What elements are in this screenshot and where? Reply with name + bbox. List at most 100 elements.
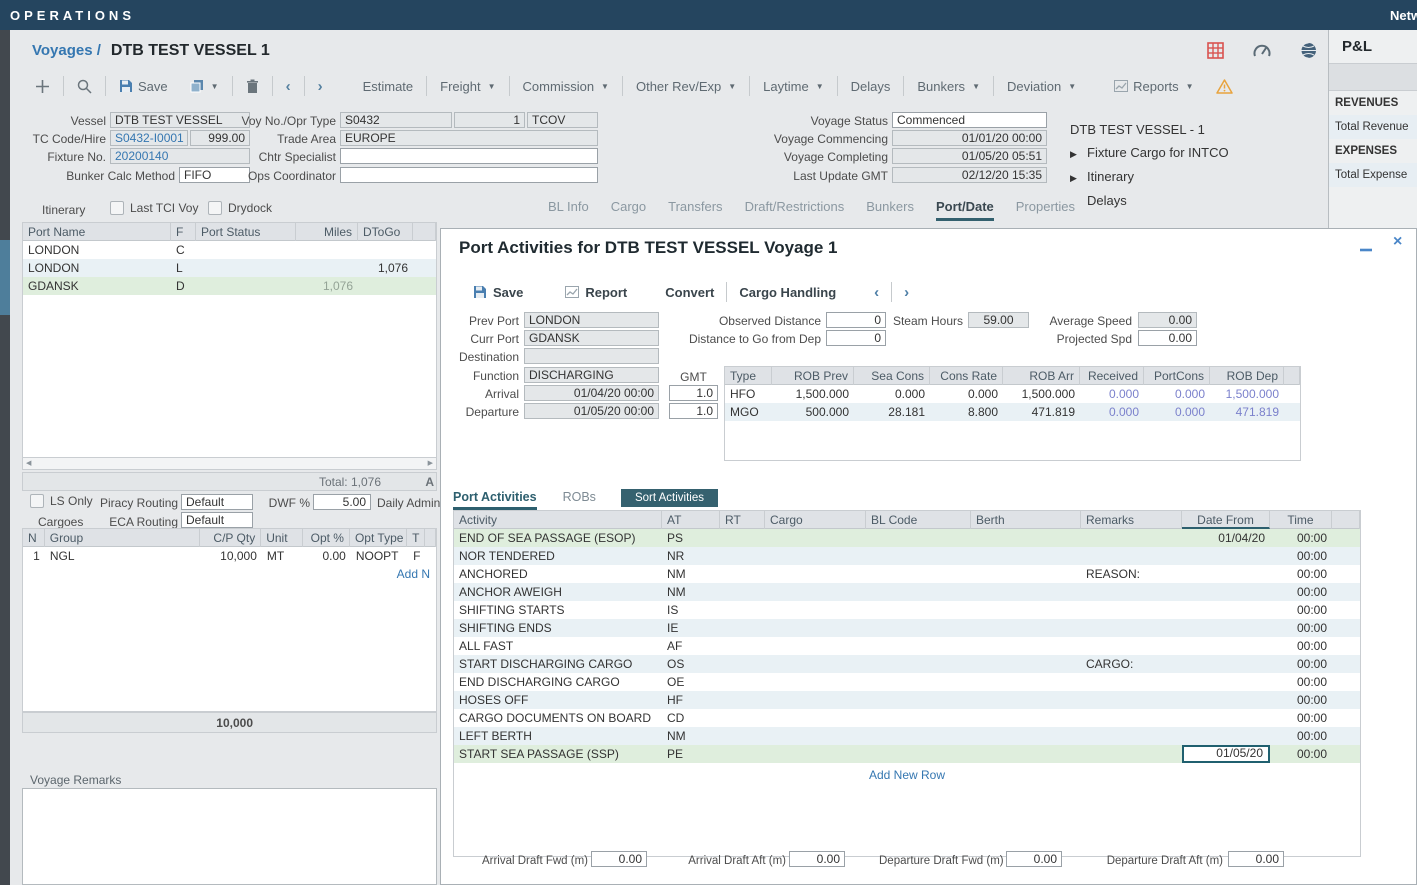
close-icon[interactable]: × xyxy=(1393,233,1402,251)
tab-robs[interactable]: ROBs xyxy=(563,490,596,510)
deviation-menu[interactable]: Deviation▼ xyxy=(996,75,1087,97)
scroll-left-icon[interactable]: ◀ xyxy=(23,458,31,469)
itinerary-h-scrollbar[interactable]: ◀ ▶ xyxy=(22,457,437,470)
prev-port-field[interactable]: LONDON xyxy=(524,312,659,328)
search-button[interactable] xyxy=(66,75,103,97)
cell-time[interactable]: 00:00 xyxy=(1270,655,1332,673)
column-header-date_from[interactable]: Date From xyxy=(1182,511,1270,529)
cell-date_from[interactable] xyxy=(1182,637,1270,655)
cell-date_from[interactable]: 01/04/20 xyxy=(1182,529,1270,547)
projected-speed-field[interactable]: 0.00 xyxy=(1138,330,1197,346)
voyage-commencing-field[interactable]: 01/01/20 00:00 xyxy=(892,130,1047,146)
activity-row[interactable]: END DISCHARGING CARGOOE00:00 xyxy=(454,673,1360,691)
column-header-unit[interactable]: Unit xyxy=(261,529,302,547)
activity-row[interactable]: LEFT BERTHNM00:00 xyxy=(454,727,1360,745)
estimate-button[interactable]: Estimate xyxy=(352,75,425,97)
tree-expand-icon[interactable]: ▶ xyxy=(1070,173,1080,184)
ls-only-checkbox[interactable]: LS Only xyxy=(30,494,93,508)
opr-type-field[interactable]: TCOV xyxy=(527,112,598,128)
distance-to-go-field[interactable]: 0 xyxy=(826,330,886,346)
dialog-report-button[interactable]: Report xyxy=(553,281,639,303)
column-header-opt_type[interactable]: Opt Type xyxy=(350,529,407,547)
dwf-field[interactable]: 5.00 xyxy=(313,494,371,510)
tree-expand-icon[interactable]: ▶ xyxy=(1070,149,1080,160)
next-record-button[interactable]: › xyxy=(307,75,334,97)
column-header-sea_cons[interactable]: Sea Cons xyxy=(854,367,930,385)
save-button[interactable]: Save xyxy=(108,75,179,97)
globe-icon[interactable] xyxy=(1300,42,1317,64)
cell-time[interactable]: 00:00 xyxy=(1270,619,1332,637)
ops-coordinator-field[interactable] xyxy=(340,167,598,183)
bunker-row[interactable]: MGO500.00028.1818.800471.8190.0000.00047… xyxy=(725,403,1300,421)
column-header-qty[interactable]: C/P Qty xyxy=(200,529,261,547)
sort-activities-button[interactable]: Sort Activities xyxy=(621,489,718,507)
tab-cargo[interactable]: Cargo xyxy=(611,199,646,221)
cell-date_from[interactable] xyxy=(1182,727,1270,745)
column-header-rob_prev[interactable]: ROB Prev xyxy=(772,367,854,385)
column-header-t[interactable]: T xyxy=(407,529,425,547)
column-header-miles[interactable]: Miles xyxy=(296,223,358,241)
draft-field[interactable]: 0.00 xyxy=(1006,851,1062,867)
column-header-cons_rate[interactable]: Cons Rate xyxy=(930,367,1003,385)
cell-time[interactable]: 00:00 xyxy=(1270,727,1332,745)
laytime-menu[interactable]: Laytime▼ xyxy=(752,75,834,97)
column-header-time[interactable]: Time xyxy=(1270,511,1332,529)
chtr-specialist-field[interactable] xyxy=(340,148,598,164)
column-header-bl_code[interactable]: BL Code xyxy=(866,511,971,529)
column-header-at[interactable]: AT xyxy=(662,511,720,529)
trade-area-field[interactable]: EUROPE xyxy=(340,130,598,146)
cargo-add-new-link[interactable]: Add N xyxy=(397,567,430,581)
activity-row[interactable]: ANCHOREDNMREASON:00:00 xyxy=(454,565,1360,583)
activity-row[interactable]: ALL FASTAF00:00 xyxy=(454,637,1360,655)
activity-row[interactable]: CARGO DOCUMENTS ON BOARDCD00:00 xyxy=(454,709,1360,727)
voy-seq-field[interactable]: 1 xyxy=(454,112,525,128)
column-header-type[interactable]: Type xyxy=(725,367,772,385)
draft-field[interactable]: 0.00 xyxy=(1228,851,1284,867)
tab-transfers[interactable]: Transfers xyxy=(668,199,722,221)
reports-menu[interactable]: Reports▼ xyxy=(1103,75,1204,97)
function-field[interactable]: DISCHARGING xyxy=(524,367,659,383)
activity-row[interactable]: ANCHOR AWEIGHNM00:00 xyxy=(454,583,1360,601)
draft-field[interactable]: 0.00 xyxy=(789,851,845,867)
column-header-dtogo[interactable]: DToGo xyxy=(358,223,413,241)
cell-time[interactable]: 00:00 xyxy=(1270,691,1332,709)
column-header-berth[interactable]: Berth xyxy=(971,511,1081,529)
tab-port-activities[interactable]: Port Activities xyxy=(453,490,537,510)
dialog-prev-port-button[interactable]: ‹ xyxy=(862,281,891,303)
delete-button[interactable] xyxy=(235,75,270,97)
add-button[interactable] xyxy=(24,75,61,97)
column-header-activity[interactable]: Activity xyxy=(454,511,662,529)
voyage-tree-root[interactable]: DTB TEST VESSEL - 1 xyxy=(1070,122,1205,137)
column-header-group[interactable]: Group xyxy=(45,529,200,547)
delays-button[interactable]: Delays xyxy=(840,75,902,97)
cell-time[interactable]: 00:00 xyxy=(1270,601,1332,619)
drydock-checkbox[interactable]: Drydock xyxy=(208,201,272,215)
freight-menu[interactable]: Freight▼ xyxy=(429,75,506,97)
dialog-next-port-button[interactable]: › xyxy=(892,281,921,303)
piracy-routing-field[interactable]: Default xyxy=(181,494,253,510)
itinerary-row[interactable]: LONDONL1,076 xyxy=(23,259,436,277)
cell-date_from[interactable] xyxy=(1182,565,1270,583)
activity-row[interactable]: END OF SEA PASSAGE (ESOP)PS01/04/2000:00 xyxy=(454,529,1360,547)
column-header-status[interactable]: Port Status xyxy=(196,223,296,241)
tree-item[interactable]: ▶Itinerary xyxy=(1070,169,1229,184)
itinerary-row[interactable]: GDANSKD1,076 xyxy=(23,277,436,295)
prev-record-button[interactable]: ‹ xyxy=(275,75,302,97)
tree-item[interactable]: ▶Fixture Cargo for INTCO xyxy=(1070,145,1229,160)
departure-field[interactable]: 01/05/20 00:00 xyxy=(524,403,659,419)
cell-time[interactable]: 00:00 xyxy=(1270,583,1332,601)
arrival-field[interactable]: 01/04/20 00:00 xyxy=(524,385,659,401)
column-header-rob_dep[interactable]: ROB Dep xyxy=(1210,367,1284,385)
warning-icon[interactable] xyxy=(1205,75,1244,97)
add-new-row-link[interactable]: Add New Row xyxy=(454,768,1360,782)
column-header-opt[interactable]: Opt % xyxy=(303,529,350,547)
column-header-received[interactable]: Received xyxy=(1080,367,1144,385)
cell-time[interactable]: 00:00 xyxy=(1270,547,1332,565)
cell-date_from[interactable] xyxy=(1182,619,1270,637)
dialog-cargo-handling-button[interactable]: Cargo Handling xyxy=(727,281,848,303)
cell-time[interactable]: 00:00 xyxy=(1270,673,1332,691)
bunkers-menu[interactable]: Bunkers▼ xyxy=(906,75,991,97)
gmt-departure-field[interactable]: 1.0 xyxy=(669,403,718,419)
activity-row[interactable]: SHIFTING ENDSIE00:00 xyxy=(454,619,1360,637)
cell-port_cons[interactable]: 0.000 xyxy=(1144,385,1210,403)
